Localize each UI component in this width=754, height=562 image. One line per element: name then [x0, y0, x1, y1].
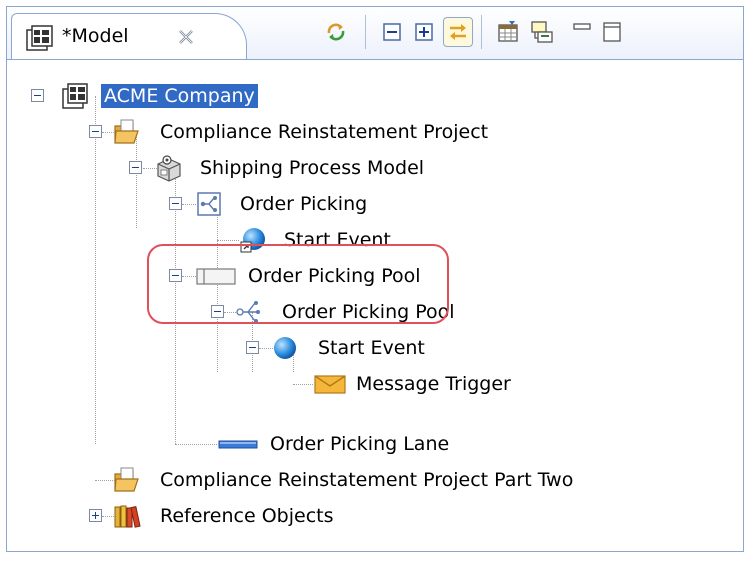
tree-item-label: Order Picking Pool	[248, 265, 421, 287]
tree-item-order-picking-pool-process[interactable]: Order Picking Pool	[7, 294, 743, 330]
model-grid-icon	[26, 25, 53, 51]
sync-icon	[327, 23, 345, 41]
collapse-toggle[interactable]	[89, 125, 102, 138]
start-event-icon	[274, 337, 296, 359]
tree-item-order-picking-pool[interactable]: Order Picking Pool	[7, 258, 743, 294]
tree-item-label: Shipping Process Model	[200, 157, 425, 179]
open-folder-icon	[114, 119, 139, 144]
tree-item-start-event[interactable]: Start Event	[7, 330, 743, 366]
collapse-toggle[interactable]	[211, 305, 224, 318]
filter-button[interactable]	[493, 17, 523, 47]
collapse-toggle[interactable]	[129, 161, 142, 174]
tab-model[interactable]: *Model	[11, 13, 247, 59]
minimize-button[interactable]	[567, 17, 597, 47]
tree-item-label: Start Event	[284, 229, 391, 251]
link-with-editor-button[interactable]	[443, 17, 473, 47]
maximize-button[interactable]	[597, 17, 627, 47]
tree-item-label: ACME Company	[101, 84, 258, 108]
expand-all-icon	[415, 23, 433, 41]
tree-item-order-picking[interactable]: Order Picking	[7, 186, 743, 222]
expand-toggle[interactable]	[89, 509, 102, 522]
collapse-toggle[interactable]	[169, 269, 182, 282]
tree-item-label: Order Picking	[240, 193, 368, 215]
tree-item-label: Order Picking Pool	[282, 301, 455, 323]
tree-item-order-picking-lane[interactable]: Order Picking Lane	[7, 426, 743, 462]
collapse-toggle[interactable]	[169, 197, 182, 210]
tree-item-reference-objects[interactable]: Reference Objects	[7, 498, 743, 534]
tree-item-acme-company[interactable]: ACME Company	[7, 78, 743, 114]
envelope-icon	[314, 375, 346, 394]
process-tree-icon	[236, 301, 260, 323]
close-icon[interactable]	[176, 27, 196, 47]
filter-table-icon	[498, 21, 518, 42]
collapse-all-button[interactable]	[377, 17, 407, 47]
tree-item-label: Message Trigger	[356, 373, 511, 395]
expand-all-button[interactable]	[409, 17, 439, 47]
link-with-editor-icon	[450, 24, 466, 40]
tree-item-label: Start Event	[318, 337, 425, 359]
collapse-all-icon	[383, 23, 401, 41]
open-folder-icon	[114, 467, 139, 492]
tree-item-label: Reference Objects	[160, 505, 334, 527]
tree-item-start-event-shortcut[interactable]: Start Event	[7, 222, 743, 258]
books-icon	[114, 505, 141, 528]
tree-item-label: Order Picking Lane	[270, 433, 450, 455]
lane-icon	[218, 440, 258, 449]
sync-button[interactable]	[321, 17, 351, 47]
tree-item-compliance-project-part-two[interactable]: Compliance Reinstatement Project Part Tw…	[7, 462, 743, 498]
hierarchy-button[interactable]	[527, 17, 557, 47]
model-view: *Model ACME Company Compliance Reinstate…	[6, 6, 744, 552]
tree-item-message-trigger[interactable]: Message Trigger	[7, 366, 743, 402]
process-model-icon	[157, 155, 181, 182]
tree-item-label: Compliance Reinstatement Project Part Tw…	[160, 469, 574, 491]
tree-item-label: Compliance Reinstatement Project	[160, 121, 489, 143]
view-title-bar: *Model	[7, 7, 743, 60]
tab-title: *Model	[62, 25, 129, 47]
start-event-shortcut-icon	[240, 228, 265, 253]
pool-icon	[196, 268, 236, 285]
collapse-toggle[interactable]	[246, 341, 259, 354]
model-grid-icon	[62, 83, 88, 109]
diagram-icon	[197, 192, 221, 216]
hierarchy-icon	[531, 21, 553, 43]
collapse-toggle[interactable]	[31, 89, 44, 102]
maximize-icon	[603, 22, 621, 42]
minimize-icon	[573, 23, 591, 30]
model-tree: ACME Company Compliance Reinstatement Pr…	[7, 60, 743, 551]
tree-item-compliance-project[interactable]: Compliance Reinstatement Project	[7, 114, 743, 150]
tree-item-shipping-process-model[interactable]: Shipping Process Model	[7, 150, 743, 186]
